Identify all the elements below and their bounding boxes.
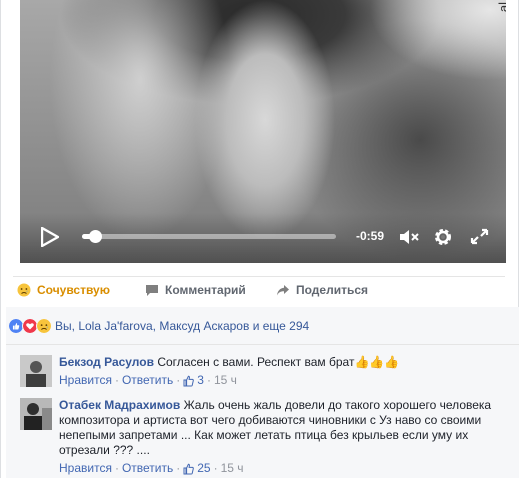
post-card: al -0:59 Сочувствую Комментарий Поделить… [0,0,519,478]
comment-like-number: 3 [197,373,204,387]
comment-button[interactable]: Комментарий [145,283,246,297]
comment-text: Согласен с вами. Респект вам брат👍👍👍 [157,355,400,369]
volume-muted-icon[interactable] [398,227,420,247]
comment-author[interactable]: Отабек Мадрахимов [59,398,180,412]
comment-like-link[interactable]: Нравится [59,461,112,476]
video-progress-handle[interactable] [88,230,102,243]
comment-timestamp[interactable]: 15 ч [221,461,244,476]
reactions-more[interactable]: и еще 294 [253,319,309,333]
video-progress-bar[interactable] [82,230,336,243]
sad-reaction-icon [36,317,52,334]
post-action-bar: Сочувствую Комментарий Поделиться [13,276,505,306]
avatar[interactable] [20,355,52,387]
share-button-label: Поделиться [296,283,369,297]
reaction-icons [8,317,52,334]
share-icon [277,284,289,295]
thumbs-up-icon [183,463,195,474]
reactions-text[interactable]: Вы, Lola Ja'farova, Максуд Аскаров и еще… [55,319,309,333]
avatar[interactable] [20,398,52,430]
reactions-names[interactable]: Lola Ja'farova, Максуд Аскаров [78,319,249,333]
react-button[interactable]: Сочувствую [17,283,110,297]
comment-meta: Нравится · Ответить · 3 · 15 ч [59,373,237,388]
comment-like-number: 25 [197,461,211,475]
comment-like-count[interactable]: 25 [183,461,211,476]
reactions-summary[interactable]: Вы, Lola Ja'farova, Максуд Аскаров и еще… [6,307,519,345]
comment-body: Отабек Мадрахимов Жаль очень жаль довели… [59,398,515,476]
video-player[interactable]: al -0:59 [20,0,506,263]
comment-body: Бекзод Расулов Согласен с вами. Респект … [59,355,515,388]
comment-meta: Нравится · Ответить · 25 · 15 ч [59,461,244,476]
video-time-remaining: -0:59 [356,229,385,243]
comment-timestamp[interactable]: 15 ч [214,373,237,388]
comment-like-count[interactable]: 3 [183,373,204,388]
comment-author[interactable]: Бекзод Расулов [59,355,154,369]
comment-like-link[interactable]: Нравится [59,373,112,388]
fullscreen-icon[interactable] [468,227,490,247]
thumbs-up-icon [183,375,195,386]
comment-button-label: Комментарий [165,283,246,297]
comment-icon [146,284,158,296]
react-button-label: Сочувствую [37,283,110,297]
comments-section: Вы, Lola Ja'farova, Максуд Аскаров и еще… [6,307,519,478]
comment-reply-link[interactable]: Ответить [122,373,173,388]
sad-face-icon [17,283,31,297]
share-button[interactable]: Поделиться [276,283,368,297]
gear-icon[interactable] [432,227,454,247]
comment-reply-link[interactable]: Ответить [122,461,173,476]
reactions-you: Вы, [55,318,75,333]
play-icon[interactable] [41,227,59,247]
video-watermark: al [496,2,506,13]
